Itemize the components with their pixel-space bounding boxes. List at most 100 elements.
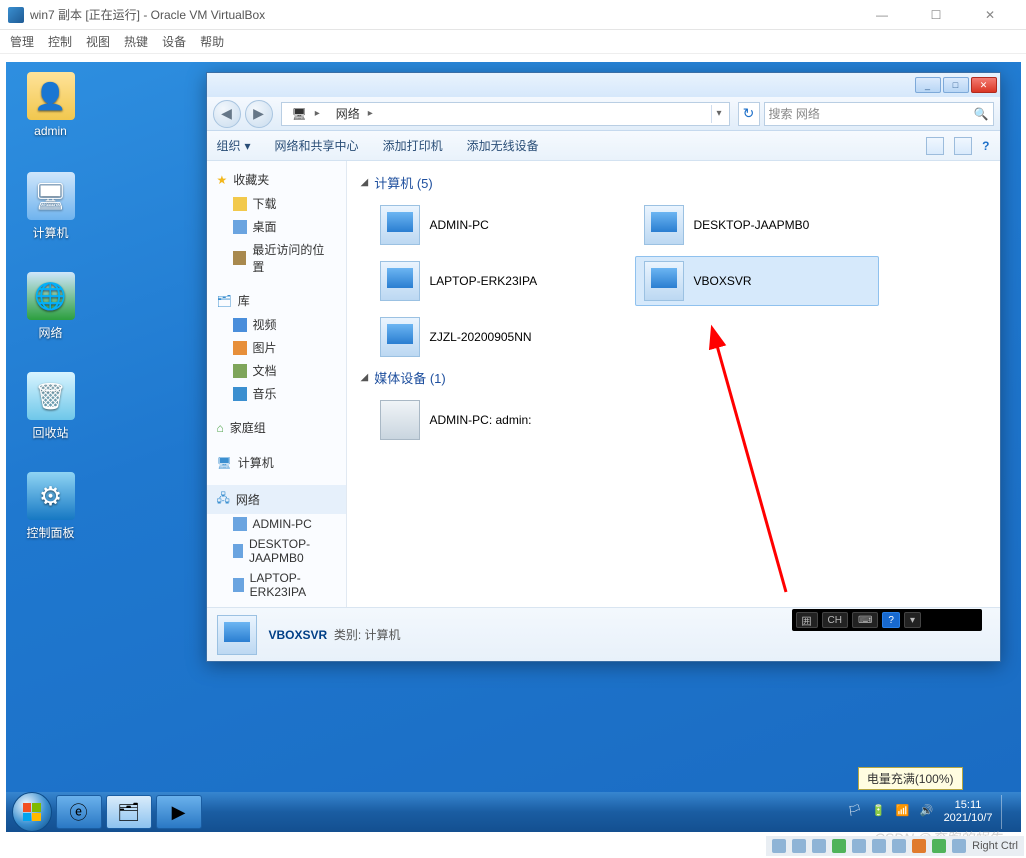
vb-audio-icon[interactable]: [812, 839, 826, 853]
menu-manage[interactable]: 管理: [10, 33, 34, 50]
computer-item-vboxsvr[interactable]: VBOXSVR: [635, 256, 879, 306]
computer-item-zjzl[interactable]: ZJZL-20200905NN: [371, 312, 615, 362]
taskbar-mediaplayer[interactable]: ▶: [156, 795, 202, 829]
sidebar-computer[interactable]: 🖥计算机: [207, 450, 346, 475]
sidebar-net-item[interactable]: ADMIN-PC: [207, 514, 346, 534]
sidebar-network[interactable]: 🖧网络: [207, 485, 346, 514]
explorer-titlebar[interactable]: _ □ ✕: [207, 73, 1000, 97]
vb-cpu-icon[interactable]: [932, 839, 946, 853]
vb-network-icon[interactable]: [832, 839, 846, 853]
explorer-content: ◢计算机 (5) ADMIN-PC DESKTOP-JAAPMB0 LAPTOP…: [347, 161, 1000, 607]
group-computers-header[interactable]: ◢计算机 (5): [357, 167, 990, 200]
vb-usb-icon[interactable]: [852, 839, 866, 853]
desktop-icon-computer[interactable]: 🖥 计算机: [14, 172, 88, 241]
computer-item-desktop-jaapmb0[interactable]: DESKTOP-JAAPMB0: [635, 200, 879, 250]
desktop-icon-label: admin: [14, 124, 88, 138]
guest-desktop: 👤 admin 🖥 计算机 🌐 网络 🗑 回收站 ⚙ 控制面板 _ □ ✕ ◀ …: [6, 62, 1021, 832]
preview-pane-button[interactable]: [954, 137, 972, 155]
start-button[interactable]: [12, 792, 52, 832]
tray-battery-icon[interactable]: 🔋: [872, 804, 888, 820]
ime-help-icon[interactable]: ?: [882, 612, 900, 628]
desktop-icon-label: 回收站: [14, 424, 88, 441]
menu-devices[interactable]: 设备: [162, 33, 186, 50]
sidebar-favorites[interactable]: ★收藏夹: [207, 167, 346, 192]
menu-hotkeys[interactable]: 热键: [124, 33, 148, 50]
taskbar-ie[interactable]: ⓔ: [56, 795, 102, 829]
explorer-navbar: ◀ ▶ 🖥▸ 网络▸ ▾ ↻ 搜索 网络 🔍: [207, 97, 1000, 131]
vbox-title: win7 副本 [正在运行] - Oracle VM VirtualBox: [30, 6, 265, 23]
media-device-item[interactable]: ADMIN-PC: admin:: [371, 395, 615, 445]
computer-icon: [380, 317, 420, 357]
toolbar-organize[interactable]: 组织 ▾: [217, 137, 251, 154]
ime-language-bar[interactable]: 囲 CH ⌨ ? ▾: [792, 609, 982, 631]
desktop-icon-network[interactable]: 🌐 网络: [14, 272, 88, 341]
vb-mouse-icon[interactable]: [952, 839, 966, 853]
vb-hdd-icon[interactable]: [772, 839, 786, 853]
vb-optical-icon[interactable]: [792, 839, 806, 853]
sidebar-library[interactable]: 🗂库: [207, 288, 346, 313]
window-close-button[interactable]: ✕: [971, 77, 997, 93]
sidebar-pictures[interactable]: 图片: [207, 336, 346, 359]
tray-clock[interactable]: 15:11 2021/10/7: [944, 799, 993, 825]
host-minimize-button[interactable]: —: [864, 8, 900, 22]
vbox-statusbar: Right Ctrl: [766, 836, 1024, 856]
ime-mode-icon[interactable]: 囲: [796, 612, 818, 628]
sidebar-homegroup[interactable]: ⌂家庭组: [207, 415, 346, 440]
ime-keyboard-icon[interactable]: ⌨: [852, 612, 878, 628]
menu-view[interactable]: 视图: [86, 33, 110, 50]
breadcrumb-segment[interactable]: 网络▸: [330, 105, 383, 122]
breadcrumb-dropdown[interactable]: ▾: [711, 105, 727, 123]
menu-help[interactable]: 帮助: [200, 33, 224, 50]
explorer-sidebar: ★收藏夹 下载 桌面 最近访问的位置 🗂库 视频 图片 文档 音乐 ⌂家庭组 🖥…: [207, 161, 347, 607]
computer-icon: [644, 205, 684, 245]
sidebar-net-item[interactable]: DESKTOP-JAAPMB0: [207, 534, 346, 568]
vb-host-key: Right Ctrl: [972, 840, 1018, 852]
window-minimize-button[interactable]: _: [915, 77, 941, 93]
sidebar-downloads[interactable]: 下载: [207, 192, 346, 215]
computer-item-admin-pc[interactable]: ADMIN-PC: [371, 200, 615, 250]
sidebar-docs[interactable]: 文档: [207, 359, 346, 382]
desktop-icon-control-panel[interactable]: ⚙ 控制面板: [14, 472, 88, 541]
help-button[interactable]: ?: [982, 139, 989, 153]
tray-flag-icon[interactable]: 🏳: [848, 804, 864, 820]
view-options-button[interactable]: [926, 137, 944, 155]
computer-item-laptop-erk23ipa[interactable]: LAPTOP-ERK23IPA: [371, 256, 615, 306]
refresh-button[interactable]: ↻: [738, 102, 760, 126]
sidebar-net-item[interactable]: LAPTOP-ERK23IPA: [207, 568, 346, 602]
nav-back-button[interactable]: ◀: [213, 100, 241, 128]
group-media-header[interactable]: ◢媒体设备 (1): [357, 362, 990, 395]
tray-network-icon[interactable]: 📶: [896, 804, 912, 820]
show-desktop-button[interactable]: [1001, 795, 1009, 829]
menu-control[interactable]: 控制: [48, 33, 72, 50]
toolbar-add-wireless[interactable]: 添加无线设备: [467, 137, 539, 154]
breadcrumb-root-icon[interactable]: 🖥▸: [286, 107, 330, 121]
computer-icon: [380, 205, 420, 245]
toolbar-network-center[interactable]: 网络和共享中心: [275, 137, 359, 154]
toolbar-add-printer[interactable]: 添加打印机: [383, 137, 443, 154]
computer-icon: [380, 261, 420, 301]
nav-forward-button[interactable]: ▶: [245, 100, 273, 128]
host-maximize-button[interactable]: ☐: [918, 8, 954, 22]
status-item-name: VBOXSVR: [269, 628, 328, 642]
ime-options-icon[interactable]: ▾: [904, 612, 921, 628]
vb-display-icon[interactable]: [892, 839, 906, 853]
sidebar-music[interactable]: 音乐: [207, 382, 346, 405]
vb-recording-icon[interactable]: [912, 839, 926, 853]
ime-lang[interactable]: CH: [822, 612, 848, 628]
tray-volume-icon[interactable]: 🔊: [920, 804, 936, 820]
sidebar-desktop[interactable]: 桌面: [207, 215, 346, 238]
sidebar-recent[interactable]: 最近访问的位置: [207, 238, 346, 278]
taskbar-explorer[interactable]: 🗂: [106, 795, 152, 829]
desktop-icon-admin[interactable]: 👤 admin: [14, 72, 88, 138]
host-close-button[interactable]: ✕: [972, 8, 1008, 22]
desktop-icon-label: 计算机: [14, 224, 88, 241]
status-computer-icon: [217, 615, 257, 655]
vb-shared-folder-icon[interactable]: [872, 839, 886, 853]
search-input[interactable]: 搜索 网络 🔍: [764, 102, 994, 126]
taskbar: ⓔ 🗂 ▶ 🏳 🔋 📶 🔊 15:11 2021/10/7: [6, 792, 1021, 832]
window-maximize-button[interactable]: □: [943, 77, 969, 93]
sidebar-video[interactable]: 视频: [207, 313, 346, 336]
breadcrumb[interactable]: 🖥▸ 网络▸ ▾: [281, 102, 730, 126]
vbox-titlebar: win7 副本 [正在运行] - Oracle VM VirtualBox — …: [0, 0, 1026, 30]
desktop-icon-recycle[interactable]: 🗑 回收站: [14, 372, 88, 441]
